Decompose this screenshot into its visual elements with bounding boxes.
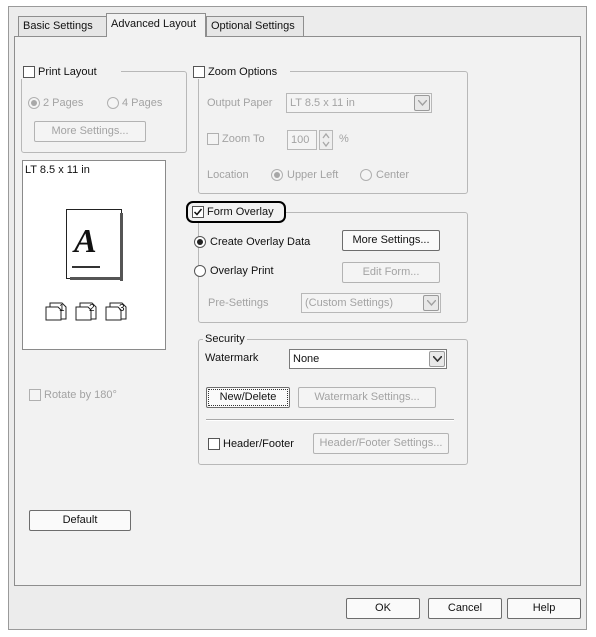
output-paper-value: LT 8.5 x 11 in <box>290 97 355 109</box>
preview-letter: A <box>74 223 97 260</box>
zoom-spinner[interactable] <box>319 130 333 150</box>
tab-optional-settings[interactable]: Optional Settings <box>206 16 304 36</box>
form-overlay-label: Form Overlay <box>207 206 274 218</box>
tab-advanced-layout[interactable]: Advanced Layout <box>106 13 206 37</box>
security-separator <box>206 419 454 421</box>
two-pages-label: 2 Pages <box>43 97 84 109</box>
print-layout-more-settings-button[interactable]: More Settings... <box>34 121 146 142</box>
watermark-value: None <box>293 353 320 365</box>
presettings-value: (Custom Settings) <box>305 297 394 309</box>
header-footer-label: Header/Footer <box>223 438 294 450</box>
cancel-button[interactable]: Cancel <box>428 598 502 619</box>
preview-page-shadow <box>70 277 123 280</box>
header-footer-checkbox[interactable] <box>208 438 220 450</box>
chevron-down-icon <box>423 295 439 311</box>
create-overlay-label: Create Overlay Data <box>210 236 311 248</box>
upper-left-label: Upper Left <box>287 169 339 181</box>
presettings-select[interactable]: (Custom Settings) <box>301 293 441 313</box>
copy-number-3: 3 <box>119 303 125 314</box>
overlay-print-label: Overlay Print <box>210 265 274 277</box>
new-delete-button[interactable]: New/Delete <box>206 387 290 408</box>
edit-form-button[interactable]: Edit Form... <box>342 262 440 283</box>
zoom-options-label: Zoom Options <box>208 66 278 78</box>
zoom-to-input[interactable]: 100 <box>287 130 317 150</box>
zoom-options-checkbox[interactable] <box>193 66 205 78</box>
overlay-print-radio[interactable] <box>194 265 206 277</box>
create-overlay-radio[interactable] <box>194 236 206 248</box>
security-legend: Security <box>205 333 245 345</box>
default-button[interactable]: Default <box>29 510 131 531</box>
chevron-down-icon <box>414 95 430 111</box>
header-footer-settings-button[interactable]: Header/Footer Settings... <box>313 433 449 454</box>
form-overlay-checkbox[interactable] <box>192 206 204 218</box>
watermark-settings-button[interactable]: Watermark Settings... <box>298 387 436 408</box>
tab-basic-settings[interactable]: Basic Settings <box>18 16 108 36</box>
two-pages-radio[interactable] <box>28 97 40 109</box>
center-radio[interactable] <box>360 169 372 181</box>
preview-paper-label: LT 8.5 x 11 in <box>25 164 90 176</box>
four-pages-label: 4 Pages <box>122 97 163 109</box>
location-label: Location <box>207 169 249 181</box>
copy-number-2: 2 <box>89 303 95 314</box>
help-button[interactable]: Help <box>507 598 581 619</box>
watermark-select[interactable]: None <box>289 349 447 369</box>
percent-label: % <box>339 133 349 145</box>
copy-number-1: 1 <box>59 303 65 314</box>
rotate-180-label: Rotate by 180° <box>44 389 117 401</box>
checkmark-icon <box>193 208 203 216</box>
watermark-label: Watermark <box>205 352 259 364</box>
upper-left-radio[interactable] <box>271 169 283 181</box>
preview-page-shadow <box>120 213 123 281</box>
preview-text-line <box>72 266 100 268</box>
print-layout-checkbox[interactable] <box>23 66 35 78</box>
output-paper-select[interactable]: LT 8.5 x 11 in <box>286 93 432 113</box>
output-paper-label: Output Paper <box>207 97 273 109</box>
ok-button[interactable]: OK <box>346 598 420 619</box>
center-label: Center <box>376 169 410 181</box>
print-layout-label: Print Layout <box>38 66 97 78</box>
chevron-down-icon <box>429 351 445 367</box>
zoom-to-checkbox[interactable] <box>207 133 219 145</box>
zoom-to-value: 100 <box>291 134 310 146</box>
zoom-to-label: Zoom To <box>222 133 265 145</box>
rotate-180-checkbox[interactable] <box>29 389 41 401</box>
presettings-label: Pre-Settings <box>208 297 269 309</box>
overlay-more-settings-button[interactable]: More Settings... <box>342 230 440 251</box>
four-pages-radio[interactable] <box>107 97 119 109</box>
